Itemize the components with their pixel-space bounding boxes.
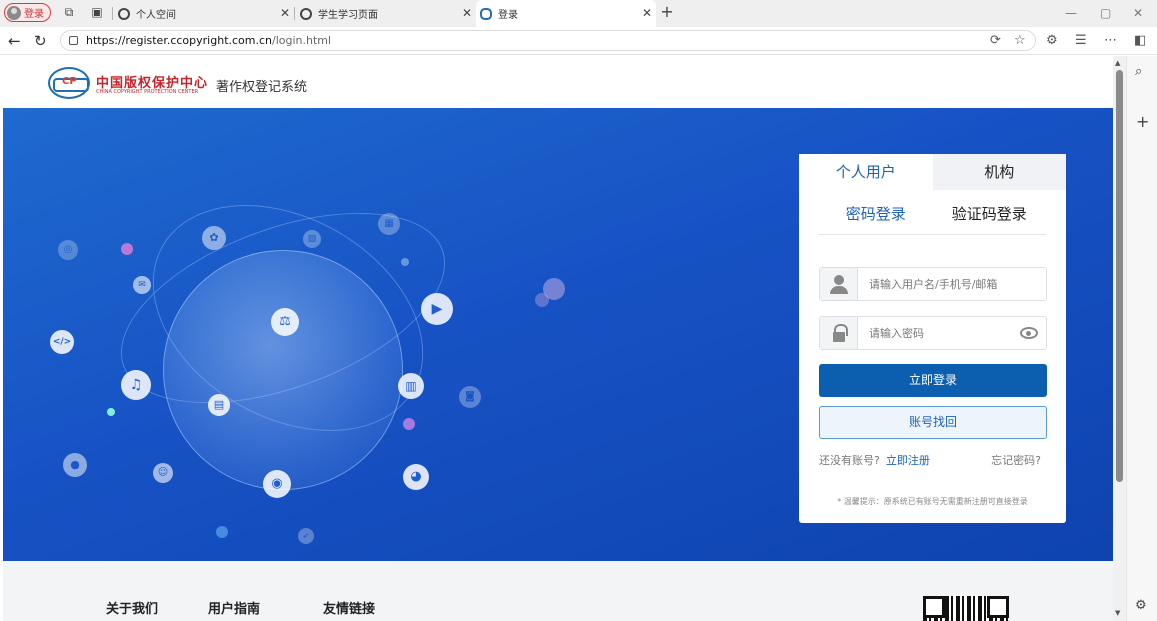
mail-icon: ✉ [133, 276, 151, 294]
tab-title: 个人空间 [136, 10, 176, 21]
user-icon [820, 268, 858, 300]
address-bar: ← ↻ https://register.ccopyright.com.cn/l… [0, 27, 1157, 55]
lock-icon [820, 317, 858, 349]
tab-personal-user[interactable]: 个人用户 [799, 154, 933, 190]
more-menu-icon[interactable]: ⋯ [1104, 33, 1117, 48]
url-field[interactable]: https://register.ccopyright.com.cn/login… [60, 30, 1036, 51]
tab-login[interactable]: 登录 ✕ [476, 0, 656, 27]
rocket-icon: ➶ [298, 528, 314, 544]
refresh-icon[interactable]: ↻ [34, 32, 47, 50]
favorite-star-icon[interactable]: ☆ [1014, 33, 1026, 48]
profile-label: 登录 [24, 9, 44, 20]
decor-dot [107, 408, 115, 416]
location-pin-icon: ◉ [263, 470, 291, 498]
tab-actions-icon[interactable]: ▣ [90, 5, 104, 19]
password-field[interactable] [819, 316, 1047, 350]
settings-gear-icon[interactable]: ⚙ [1135, 598, 1147, 613]
globe-graphic [163, 250, 403, 490]
search-icon[interactable]: ⌕ [1135, 64, 1142, 79]
code-icon: </> [50, 330, 74, 354]
tab-password-login[interactable]: 密码登录 [819, 202, 933, 234]
tab-code-login[interactable]: 验证码登录 [933, 202, 1047, 234]
music-icon: ♫ [121, 370, 151, 400]
decor-dot [535, 293, 549, 307]
new-tab-icon[interactable]: + [660, 4, 674, 20]
workspaces-icon[interactable]: ⧉ [62, 5, 76, 19]
scroll-down-icon[interactable]: ▼ [1115, 609, 1120, 617]
palette-icon: ◕ [403, 464, 429, 490]
register-link[interactable]: 立即注册 [886, 454, 930, 467]
extensions-icon[interactable]: ⚙ [1046, 33, 1058, 48]
show-password-eye-icon[interactable] [1020, 327, 1038, 339]
scroll-up-icon[interactable]: ▲ [1115, 59, 1120, 67]
image-icon: ▧ [303, 230, 321, 248]
login-tip: * 温馨提示：原系统已有账号无需重新注册可直接登录 [837, 497, 1028, 506]
page-viewport: 中国版权保护中心 CHINA COPYRIGHT PROTECTION CENT… [3, 56, 1113, 621]
document-icon: ▦ [378, 213, 400, 235]
url-path: /login.html [272, 34, 332, 47]
decor-dot [403, 418, 415, 430]
hero-banner: ⚖ ▶ </> ♫ ▥ ▤ ◉ ◕ ☺ ● ✿ ✉ ▦ ▧ ◙ ◎ ➶ 个人用户… [3, 108, 1113, 561]
username-input[interactable] [858, 277, 1018, 291]
tab-bar: 登录 ⧉ ▣ 个人空间 ✕ 学生学习页面 ✕ 登录 ✕ + — ▢ ✕ [0, 0, 1157, 27]
restore-icon[interactable]: ▢ [1100, 6, 1111, 20]
login-card: 个人用户 机构 密码登录 验证码登录 立即登录 账号找回 还没有账号? 立即注册 … [799, 154, 1066, 523]
site-header: 中国版权保护中心 CHINA COPYRIGHT PROTECTION CENT… [3, 56, 1113, 108]
login-method-tabs: 密码登录 验证码登录 [819, 202, 1046, 235]
qr-code [923, 596, 1009, 621]
site-footer: 关于我们 用户指南 友情链接 [3, 561, 1113, 621]
footer-link-about[interactable]: 关于我们 [106, 598, 158, 617]
account-recovery-button[interactable]: 账号找回 [819, 406, 1047, 439]
avatar-icon [7, 5, 21, 20]
read-aloud-icon[interactable]: ⟳ [990, 33, 1001, 48]
tab-student-study[interactable]: 学生学习页面 ✕ [300, 0, 476, 27]
camera-icon: ◙ [459, 386, 481, 408]
forgot-password-link[interactable]: 忘记密码? [991, 452, 1041, 468]
footer-link-guide[interactable]: 用户指南 [208, 598, 260, 617]
tab-organization[interactable]: 机构 [932, 154, 1066, 190]
film-reel-icon: ✿ [202, 226, 226, 250]
file-icon: ▤ [208, 394, 230, 416]
brand-english: CHINA COPYRIGHT PROTECTION CENTER [96, 89, 199, 95]
sidebar-toggle-icon[interactable]: ◧ [1134, 33, 1146, 48]
book-icon: ▥ [398, 373, 424, 399]
account-links: 还没有账号? 立即注册 忘记密码? [819, 452, 1047, 468]
play-icon: ▶ [421, 293, 453, 325]
close-tab-icon[interactable]: ✕ [642, 6, 652, 20]
favorites-list-icon[interactable]: ☰ [1075, 33, 1087, 48]
site-logo-icon [480, 7, 492, 20]
close-tab-icon[interactable]: ✕ [280, 6, 290, 20]
globe-icon [300, 7, 312, 20]
add-icon[interactable]: + [1136, 112, 1149, 131]
lock-icon [69, 36, 78, 45]
decor-dot [216, 526, 228, 538]
globe-icon [118, 7, 130, 20]
scrollbar-thumb[interactable] [1116, 70, 1123, 482]
close-window-icon[interactable]: ✕ [1133, 6, 1143, 20]
ccpc-logo-icon[interactable] [48, 67, 90, 99]
system-title: 著作权登记系统 [216, 80, 308, 95]
tab-title: 学生学习页面 [318, 10, 378, 21]
browser-sidebar: ⌕ + ⚙ [1126, 56, 1157, 621]
decor-dot [401, 258, 409, 266]
minimize-icon[interactable]: — [1065, 6, 1077, 20]
tab-title: 登录 [498, 10, 518, 21]
password-input[interactable] [858, 326, 1018, 340]
microphone-icon: ● [63, 453, 87, 477]
gavel-icon: ⚖ [271, 308, 299, 336]
close-tab-icon[interactable]: ✕ [462, 6, 472, 20]
user-type-tabs: 个人用户 机构 [799, 154, 1066, 190]
login-button[interactable]: 立即登录 [819, 364, 1047, 397]
robot-icon: ☺ [153, 463, 173, 483]
compass-icon: ◎ [58, 240, 78, 260]
tab-personal-space[interactable]: 个人空间 ✕ [118, 0, 294, 27]
profile-button[interactable]: 登录 [4, 3, 51, 22]
url-domain: https://register.ccopyright.com.cn [86, 34, 273, 47]
username-field[interactable] [819, 267, 1047, 301]
back-icon[interactable]: ← [8, 32, 21, 50]
footer-link-friends[interactable]: 友情链接 [323, 598, 375, 617]
page-scrollbar[interactable]: ▲ ▼ [1113, 56, 1126, 621]
decor-dot [121, 243, 133, 255]
no-account-text: 还没有账号? [819, 454, 880, 467]
